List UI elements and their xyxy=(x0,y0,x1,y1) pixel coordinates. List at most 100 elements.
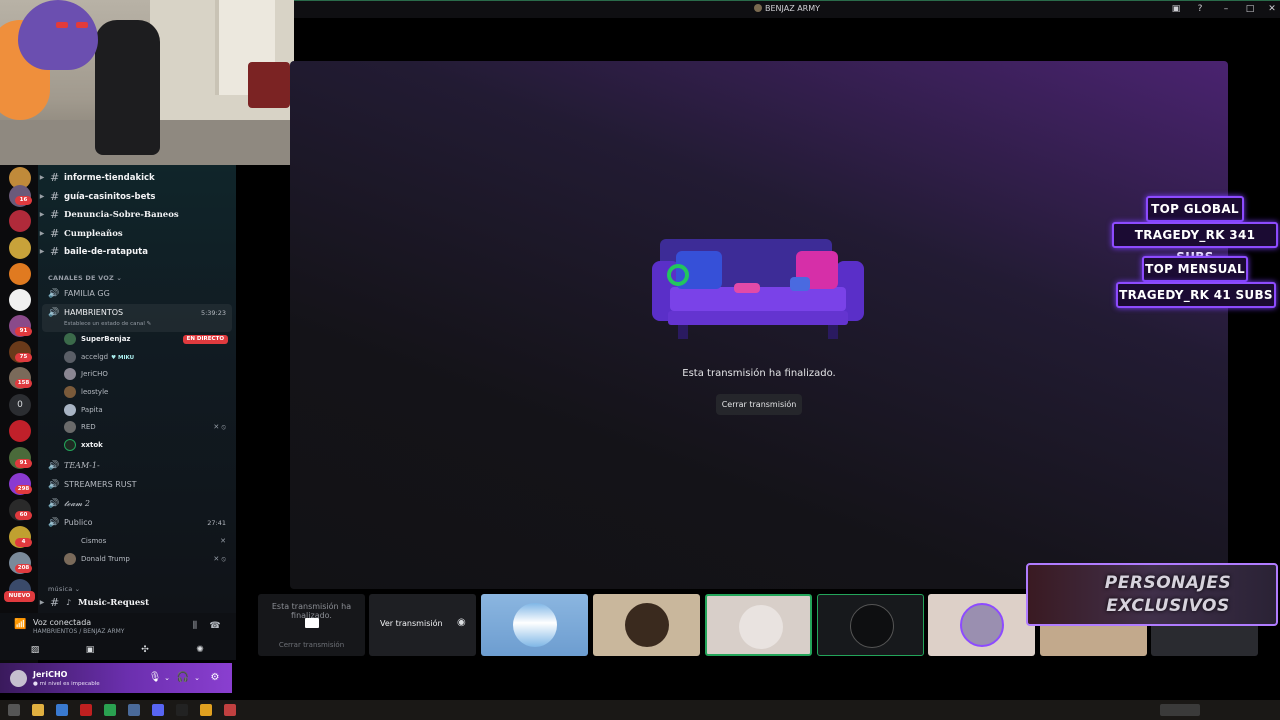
channel-name: Music-Request xyxy=(78,598,150,608)
tray-icons[interactable] xyxy=(1160,704,1200,716)
live-badge: EN DIRECTO xyxy=(182,335,228,344)
avatar xyxy=(739,605,783,649)
server-badge: 158 xyxy=(15,379,32,388)
server-folder[interactable]: 0 xyxy=(9,394,31,416)
disconnect-icon[interactable]: ☎ xyxy=(208,619,222,633)
voice-channel-hambrientos[interactable]: 🔊 HAMBRIENTOS 5:39:23 Establece un estad… xyxy=(42,304,232,332)
username[interactable]: JeriCHO xyxy=(33,670,67,679)
app-icon[interactable] xyxy=(224,704,236,716)
speaker-icon: 🔊 xyxy=(48,499,60,509)
screen: BENJAZ ARMY ▣ ? – □ ✕ 16 91 75 158 0 91 … xyxy=(0,0,1280,720)
voice-member[interactable]: RED ✕ ⦸ xyxy=(60,419,232,435)
voice-channel-publico[interactable]: 🔊 Publico 27:41 xyxy=(42,514,232,532)
channel-status-prompt[interactable]: Establece un estado de canal ✎ xyxy=(64,320,151,328)
participant-tile[interactable] xyxy=(481,594,588,656)
watch-stream-tile[interactable]: Ver transmisión ◉ xyxy=(369,594,476,656)
server-badge: 298 xyxy=(15,485,32,494)
voice-status-subtitle[interactable]: HAMBRIENTOS / BENJAZ ARMY xyxy=(33,628,124,635)
chevron-down-icon[interactable]: ⌄ xyxy=(190,671,204,685)
music-category-header[interactable]: música ⌄ xyxy=(48,585,80,593)
voice-member[interactable]: JeriCHO xyxy=(60,366,232,382)
voice-member[interactable]: Donald Trump ✕ ⦸ xyxy=(60,551,232,567)
voice-connection-panel: 📶 Voz conectada HAMBRIENTOS / BENJAZ ARM… xyxy=(0,613,236,660)
voice-channel-streamers-rust[interactable]: 🔊 STREAMERS RUST xyxy=(42,476,232,494)
voice-member[interactable]: SuperBenjaz EN DIRECTO xyxy=(60,331,232,347)
close-window-button[interactable]: ✕ xyxy=(1266,4,1278,14)
signal-icon[interactable]: 📶 xyxy=(14,619,26,630)
top-mensual-label: TOP MENSUAL xyxy=(1142,256,1248,282)
discord-icon[interactable] xyxy=(152,704,164,716)
user-status: ● mi nivel es impecable xyxy=(33,681,100,687)
promo-banner: PERSONAJES EXCLUSIVOS xyxy=(1026,563,1278,626)
avatar[interactable] xyxy=(10,670,27,687)
text-channel[interactable]: ▶ # Cumpleaños xyxy=(38,225,236,243)
activities-icon[interactable]: ✣ xyxy=(130,642,160,658)
participant-tile[interactable] xyxy=(593,594,700,656)
server-icon[interactable] xyxy=(9,237,31,259)
collapse-arrow-icon: ▶ xyxy=(39,599,45,606)
settings-gear-icon[interactable]: ⚙ xyxy=(208,671,222,685)
server-icon[interactable] xyxy=(9,263,31,285)
server-badge: 60 xyxy=(15,511,32,520)
app-icon[interactable] xyxy=(80,704,92,716)
camera-off-icon[interactable]: ▨ xyxy=(20,642,50,658)
soundboard-icon[interactable]: ✺ xyxy=(185,642,215,658)
hash-icon: # xyxy=(50,171,60,184)
participant-tile[interactable] xyxy=(928,594,1035,656)
chevron-down-icon[interactable]: ⌄ xyxy=(160,671,174,685)
participant-tile-speaking[interactable] xyxy=(817,594,924,656)
headphones-icon[interactable]: 🎧 xyxy=(176,671,190,685)
channel-list: ▶ # informe-tiendakick ▶ # guía-casinito… xyxy=(38,165,236,613)
muted-deafened-icon: ✕ ⦸ xyxy=(213,423,226,431)
voice-channel-team1[interactable]: 🔊 𝑇𝐸𝐴𝑀-1- xyxy=(42,457,232,475)
voice-channel-familia[interactable]: 🔊 FAMILIA GG xyxy=(42,285,232,303)
monitor-icon xyxy=(305,618,319,628)
participant-tile-speaking[interactable] xyxy=(705,594,812,656)
inbox-icon[interactable]: ▣ xyxy=(1170,4,1182,14)
couch-illustration xyxy=(652,239,864,339)
text-channel[interactable]: ▶ # Denuncia-Sobre-Baneos xyxy=(38,206,236,224)
steam-icon[interactable] xyxy=(128,704,140,716)
speaker-icon: 🔊 xyxy=(48,308,60,318)
channel-name: Cumpleaños xyxy=(64,229,123,239)
server-icon[interactable] xyxy=(9,289,31,311)
eye-icon[interactable]: ◉ xyxy=(457,617,466,628)
voice-category-header[interactable]: CANALES DE VOZ ⌄ xyxy=(48,274,122,282)
tile-close-stream[interactable]: Cerrar transmisión xyxy=(258,641,365,649)
voice-status-title[interactable]: Voz conectada xyxy=(33,618,91,627)
server-icon[interactable] xyxy=(9,210,31,232)
chrome-icon[interactable] xyxy=(200,704,212,716)
voice-member[interactable]: xxtok xyxy=(60,437,232,453)
channel-name: baile-de-rataputa xyxy=(64,247,148,257)
maximize-button[interactable]: □ xyxy=(1244,4,1256,14)
folder-icon[interactable] xyxy=(32,704,44,716)
noise-suppression-icon[interactable]: ⫼ xyxy=(188,619,202,633)
watch-stream-button[interactable]: Ver transmisión xyxy=(380,619,443,628)
avatar xyxy=(625,603,669,647)
ended-stream-tile[interactable]: Esta transmisión ha finalizado. Cerrar t… xyxy=(258,594,365,656)
app-icon[interactable] xyxy=(176,704,188,716)
app-icon[interactable] xyxy=(104,704,116,716)
collapse-arrow-icon: ▶ xyxy=(39,248,45,255)
start-icon[interactable] xyxy=(8,704,20,716)
voice-member[interactable]: leostyle xyxy=(60,384,232,400)
top-mensual-value: TRAGEDY_RK 41 SUBS xyxy=(1116,282,1276,308)
voice-channel-name: 𝓽𝓮𝓪𝓶 2 xyxy=(64,499,91,508)
voice-member[interactable]: Cismos ✕ xyxy=(60,533,232,549)
text-channel[interactable]: ▶ # guía-casinitos-bets xyxy=(38,188,236,206)
share-screen-icon[interactable]: ▣ xyxy=(75,642,105,658)
text-channel[interactable]: ▶ # baile-de-rataputa xyxy=(38,243,236,261)
help-icon[interactable]: ? xyxy=(1194,4,1206,14)
app-icon[interactable] xyxy=(56,704,68,716)
voice-actions: ▨ ▣ ✣ ✺ xyxy=(0,641,236,659)
voice-member[interactable]: Papita xyxy=(60,402,232,418)
server-icon[interactable] xyxy=(9,420,31,442)
voice-channel-team2[interactable]: 🔊 𝓽𝓮𝓪𝓶 2 xyxy=(42,495,232,513)
close-stream-button[interactable]: Cerrar transmisión xyxy=(716,394,802,415)
muted-deafened-icon: ✕ ⦸ xyxy=(213,555,226,563)
text-channel-music-request[interactable]: ▶ # Music-Request ♪ xyxy=(38,594,236,612)
text-channel[interactable]: ▶ # informe-tiendakick xyxy=(38,169,236,187)
voice-member[interactable]: accelgd ♥ MIKU xyxy=(60,349,232,365)
minimize-button[interactable]: – xyxy=(1220,4,1232,14)
collapse-arrow-icon: ▶ xyxy=(39,230,45,237)
